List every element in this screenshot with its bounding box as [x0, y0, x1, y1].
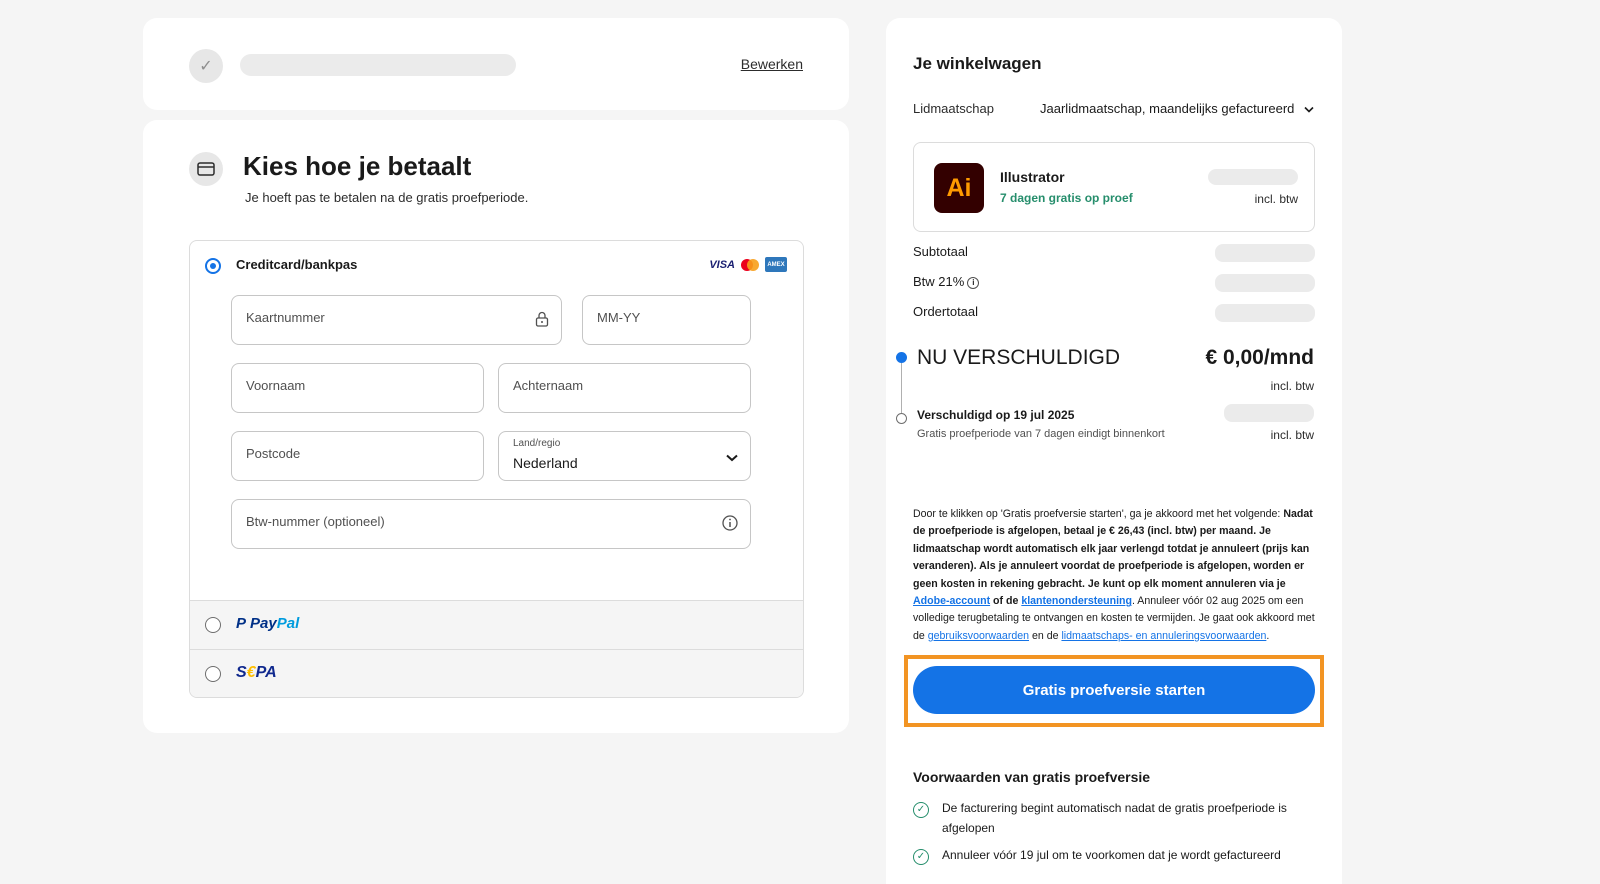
- mastercard-icon: [741, 258, 759, 271]
- later-due-subtitle: Gratis proefperiode van 7 dagen eindigt …: [917, 428, 1165, 440]
- now-due-incl-vat: incl. btw: [1270, 379, 1314, 393]
- order-total-placeholder: [1215, 304, 1315, 322]
- later-due-label: Verschuldigd op 19 jul 2025: [917, 408, 1075, 422]
- timeline-dot: [896, 413, 907, 424]
- order-total-row: Ordertotaal: [913, 304, 1315, 322]
- later-due-placeholder: [1224, 404, 1314, 422]
- country-label: Land/regio: [513, 438, 561, 449]
- now-due-price: € 0,00/mnd: [1205, 346, 1314, 369]
- sepa-option[interactable]: S€PA: [190, 649, 803, 697]
- info-icon[interactable]: [722, 515, 738, 535]
- completed-step-card: ✓ Bewerken: [143, 18, 849, 110]
- card-number-placeholder: Kaartnummer: [246, 310, 325, 325]
- expiry-field[interactable]: MM-YY: [582, 295, 751, 345]
- order-total-label: Ordertotaal: [913, 304, 979, 319]
- trial-terms-title: Voorwaarden van gratis proefversie: [913, 769, 1151, 785]
- vat-placeholder: [1215, 274, 1315, 292]
- subtotal-label: Subtotaal: [913, 244, 968, 259]
- start-trial-button[interactable]: Gratis proefversie starten: [913, 666, 1315, 714]
- visa-icon: VISA: [709, 258, 735, 271]
- product-item: Ai Illustrator 7 dagen gratis op proef i…: [913, 142, 1315, 232]
- cart-title: Je winkelwagen: [913, 54, 1042, 73]
- payment-methods: Creditcard/bankpas VISA AMEX Kaartnummer…: [189, 240, 804, 698]
- info-icon[interactable]: i: [967, 276, 980, 289]
- country-value: Nederland: [513, 455, 578, 471]
- later-due-incl-vat: incl. btw: [1270, 428, 1314, 442]
- card-brands: VISA AMEX: [709, 257, 787, 272]
- expiry-placeholder: MM-YY: [597, 310, 641, 325]
- cancellation-terms-link[interactable]: lidmaatschaps- en annuleringsvoorwaarden: [1061, 630, 1266, 642]
- payment-method-card: Kies hoe je betaalt Je hoeft pas te beta…: [143, 120, 849, 733]
- country-select[interactable]: Land/regio Nederland: [498, 431, 751, 481]
- edit-link[interactable]: Bewerken: [741, 56, 803, 72]
- trial-term-item: ✓ Annuleer vóór 19 jul om te voorkomen d…: [913, 845, 1315, 865]
- vat-number-field[interactable]: Btw-nummer (optioneel): [231, 499, 751, 549]
- subtotal-placeholder: [1215, 244, 1315, 262]
- timeline-dot-active: [896, 352, 907, 363]
- postcode-field[interactable]: Postcode: [231, 431, 484, 481]
- terms-of-use-link[interactable]: gebruiksvoorwaarden: [928, 630, 1029, 642]
- first-name-placeholder: Voornaam: [246, 378, 306, 393]
- last-name-field[interactable]: Achternaam: [498, 363, 751, 413]
- card-number-field[interactable]: Kaartnummer: [231, 295, 562, 345]
- product-incl-vat: incl. btw: [1254, 192, 1298, 206]
- credit-card-label: Creditcard/bankpas: [236, 257, 358, 272]
- chevron-down-icon: [726, 449, 738, 466]
- vat-row: Btw 21% i: [913, 274, 1315, 292]
- vat-label: Btw 21%: [913, 274, 965, 289]
- first-name-field[interactable]: Voornaam: [231, 363, 484, 413]
- credit-card-radio[interactable]: [205, 258, 221, 274]
- product-trial: 7 dagen gratis op proef: [1000, 191, 1133, 205]
- vat-number-placeholder: Btw-nummer (optioneel): [246, 514, 385, 529]
- support-link[interactable]: klantenondersteuning: [1021, 595, 1132, 607]
- payment-subtitle: Je hoeft pas te betalen na de gratis pro…: [245, 190, 529, 205]
- adobe-account-link[interactable]: Adobe-account: [913, 595, 990, 607]
- sepa-radio[interactable]: [205, 666, 221, 682]
- check-circle-icon: ✓: [913, 849, 929, 865]
- now-due-label: NU VERSCHULDIGD: [917, 346, 1121, 369]
- checkmark-icon: ✓: [189, 49, 223, 83]
- paypal-radio[interactable]: [205, 617, 221, 633]
- check-circle-icon: ✓: [913, 802, 929, 818]
- cart-card: Je winkelwagen Lidmaatschap Jaarlidmaats…: [886, 18, 1342, 884]
- last-name-placeholder: Achternaam: [513, 378, 584, 393]
- subtotal-row: Subtotaal: [913, 244, 1315, 262]
- legal-text: Door te klikken op 'Gratis proefversie s…: [913, 508, 1315, 642]
- product-price-placeholder: [1208, 169, 1298, 185]
- membership-select[interactable]: Jaarlidmaatschap, maandelijks gefacturee…: [1040, 101, 1314, 116]
- step-summary-placeholder: [240, 54, 516, 76]
- illustrator-logo: Ai: [934, 163, 984, 213]
- payment-title: Kies hoe je betaalt: [243, 151, 472, 181]
- chevron-down-icon: [1304, 101, 1314, 116]
- credit-card-icon: [189, 152, 223, 186]
- paypal-option[interactable]: P PayPal: [190, 600, 803, 649]
- amex-icon: AMEX: [765, 257, 787, 272]
- timeline-line: [901, 363, 902, 413]
- paypal-logo: P PayPal: [236, 615, 300, 632]
- membership-label: Lidmaatschap: [913, 101, 994, 116]
- trial-term-item: ✓ De facturering begint automatisch nada…: [913, 798, 1315, 838]
- paypal-icon: P: [236, 615, 247, 632]
- lock-icon: [535, 311, 549, 331]
- sepa-logo: S€PA: [236, 664, 277, 681]
- product-name: Illustrator: [1000, 169, 1065, 185]
- postcode-placeholder: Postcode: [246, 446, 301, 461]
